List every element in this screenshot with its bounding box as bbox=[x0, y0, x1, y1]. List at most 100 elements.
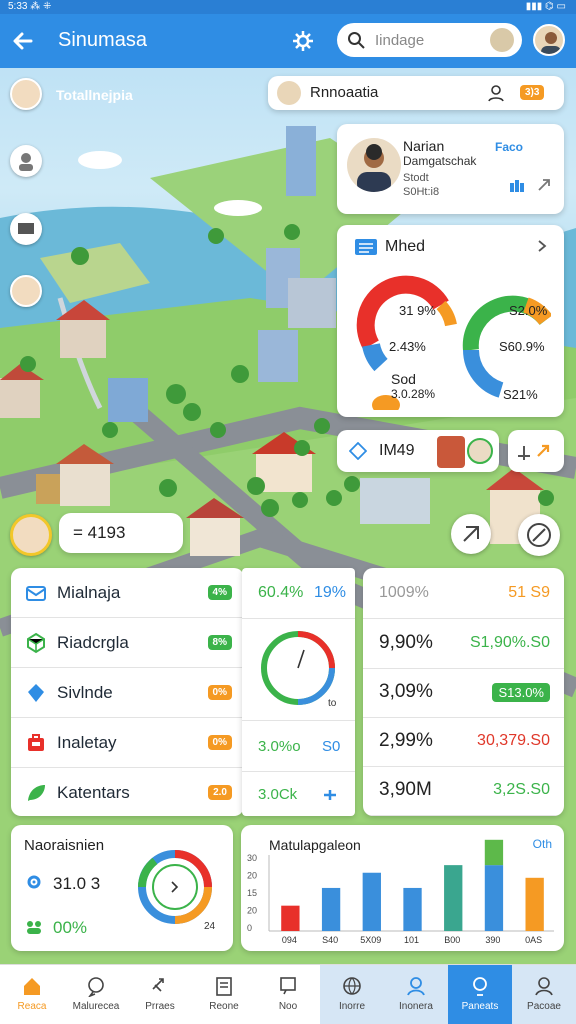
values-row-right: S1,90%.S0 bbox=[469, 634, 550, 651]
pin-blue-icon[interactable] bbox=[322, 788, 338, 802]
nav-item-malurecea[interactable]: Malurecea bbox=[64, 965, 128, 1024]
app-title: Sinumasa bbox=[58, 29, 147, 51]
mhed-left-mid: 2.43% bbox=[389, 339, 426, 354]
mhed-card[interactable]: Mhed 31 9% 2.43% Sod 3.0.28% S2.0% S60.9… bbox=[337, 225, 564, 417]
stats-row-label: Sivlnde bbox=[57, 683, 113, 702]
stats-row-badge: 2.0 bbox=[208, 785, 232, 800]
info-card-badge: 3)3 bbox=[520, 85, 545, 100]
stats-row[interactable]: Mialnaja 4% bbox=[11, 568, 244, 618]
mail-icon bbox=[25, 582, 47, 604]
count-pill[interactable]: = 4193 bbox=[59, 513, 183, 553]
stats-row[interactable]: Katentars 2.0 bbox=[11, 768, 244, 816]
person-marker-icon[interactable] bbox=[10, 145, 42, 177]
values-row[interactable]: 9,90% S1,90%.S0 bbox=[363, 619, 564, 669]
map-bottom-avatar[interactable] bbox=[10, 514, 52, 556]
bar-icon[interactable] bbox=[509, 178, 525, 192]
search-avatar[interactable] bbox=[490, 28, 514, 52]
profile-card[interactable]: Narian Damgatschak Stodt S0Ht:i8 Faco bbox=[337, 124, 564, 214]
x-tick-label: 5X09 bbox=[360, 935, 381, 945]
values-rows: 9,90% S1,90%.S0 3,09% S13.0% 2,99% 30,379.S0 3… bbox=[363, 619, 564, 816]
y-tick-label: 20 bbox=[247, 906, 257, 916]
values-row[interactable]: 3,09% S13.0% bbox=[363, 668, 564, 718]
search-bar[interactable]: Iindage bbox=[337, 23, 522, 57]
x-tick-label: 094 bbox=[282, 935, 297, 945]
y-tick-label: 0 bbox=[247, 923, 252, 933]
stats-row-label: Inaletay bbox=[57, 733, 117, 752]
gauge-note: to bbox=[328, 698, 337, 709]
map-person-avatar[interactable] bbox=[10, 275, 42, 307]
mini-card-image bbox=[437, 436, 465, 468]
donut-title: Naoraisnien bbox=[24, 837, 105, 854]
info-card[interactable]: Rnnoaatia 3)3 bbox=[268, 76, 564, 110]
mhed-left-bottom: 3.0.28% bbox=[391, 387, 436, 401]
mini-card-avatar bbox=[467, 438, 493, 464]
values-row[interactable]: 3,90M 3,2S.S0 bbox=[363, 766, 564, 816]
mini-card[interactable]: IM49 bbox=[337, 430, 499, 472]
settings-gear-icon[interactable] bbox=[290, 28, 316, 54]
stats-row[interactable]: Sivlnde 0% bbox=[11, 668, 244, 718]
bar-chart-card: Matulapgaleon Oth 30 20 15 20 0 094 S40 5X09 101… bbox=[241, 825, 564, 951]
trend-up-icon bbox=[518, 444, 550, 460]
values-header-right: 51 S9 bbox=[508, 584, 550, 601]
group-green-icon bbox=[27, 921, 41, 934]
profile-name: Narian bbox=[403, 138, 445, 154]
donut-note: 24 bbox=[204, 921, 216, 932]
profile-line4: S0Ht:i8 bbox=[403, 186, 440, 198]
nav-item-reaca[interactable]: Reaca bbox=[0, 965, 64, 1024]
stats-row-badge: 0% bbox=[207, 685, 232, 700]
arrow-icon[interactable] bbox=[537, 178, 551, 192]
bar-stack-top bbox=[484, 839, 504, 866]
nav-item-paneats[interactable]: Paneats bbox=[448, 965, 512, 1024]
nav-item-label: Noo bbox=[278, 1001, 298, 1012]
profile-avatar[interactable] bbox=[533, 24, 565, 56]
search-input[interactable]: Iindage bbox=[375, 32, 424, 49]
x-tick-label: 101 bbox=[404, 935, 419, 945]
stats-row[interactable]: Inaletay 0% bbox=[11, 718, 244, 768]
gauge-card: 60.4% 19% to 3.0%o S0 3.0Ck bbox=[242, 568, 355, 816]
screen-marker-icon[interactable] bbox=[10, 213, 42, 245]
search-person-icon bbox=[473, 977, 487, 996]
nav-item-inonera[interactable]: Inonera bbox=[384, 965, 448, 1024]
x-tick-label: S40 bbox=[322, 935, 338, 945]
navigate-button[interactable] bbox=[451, 514, 491, 554]
nav-item-label: Inonera bbox=[399, 1001, 433, 1012]
nav-item-prraes[interactable]: Prraes bbox=[128, 965, 192, 1024]
nav-item-label: Reaca bbox=[17, 1001, 47, 1012]
profile-action[interactable]: Faco bbox=[495, 140, 523, 154]
nav-item-inorre[interactable]: Inorre bbox=[320, 965, 384, 1024]
bar-0as bbox=[525, 877, 544, 931]
values-row-right: 30,379.S0 bbox=[477, 732, 550, 749]
nav-item-pacoae[interactable]: Pacoae bbox=[512, 965, 576, 1024]
back-arrow-icon[interactable] bbox=[10, 28, 36, 54]
nav-item-noo[interactable]: Noo bbox=[256, 965, 320, 1024]
stats-row[interactable]: Riadcrgla 8% bbox=[11, 618, 244, 668]
person-icon bbox=[407, 977, 425, 996]
values-row[interactable]: 2,99% 30,379.S0 bbox=[363, 717, 564, 767]
bar-chart: 30 20 15 20 0 094 S40 5X09 101 B00 390 0AS bbox=[247, 839, 554, 945]
status-icons: ▮▮▮ ⌬ ▭ bbox=[525, 1, 566, 12]
bar-101 bbox=[403, 887, 422, 931]
nav-item-label: Malurecea bbox=[72, 1001, 120, 1012]
profile-card-avatar bbox=[347, 138, 401, 192]
compass-button[interactable] bbox=[518, 514, 560, 556]
chevron-right-icon[interactable] bbox=[535, 239, 549, 253]
account-outline-icon[interactable] bbox=[486, 83, 506, 103]
mhed-right-mid: S60.9% bbox=[499, 339, 545, 354]
nav-item-label: Pacoae bbox=[527, 1001, 561, 1012]
nav-item-label: Inorre bbox=[338, 1001, 366, 1012]
y-tick-label: 30 bbox=[247, 853, 257, 863]
bottom-nav: Reaca Malurecea Prraes Reone Noo Inorre Inoner… bbox=[0, 964, 576, 1024]
status-bar: 5:33 ⁂ ⁜ ▮▮▮ ⌬ ▭ bbox=[0, 0, 576, 14]
pin-icon bbox=[349, 442, 367, 460]
values-row-right: S13.0% bbox=[492, 683, 550, 702]
donut-ring bbox=[138, 850, 212, 924]
x-tick-label: 390 bbox=[485, 935, 500, 945]
map-user-avatar[interactable] bbox=[10, 78, 42, 110]
nav-item-reone[interactable]: Reone bbox=[192, 965, 256, 1024]
navigate-icon bbox=[463, 526, 479, 542]
document-icon bbox=[216, 977, 232, 996]
app-bar: Sinumasa Iindage bbox=[0, 14, 576, 68]
gauge-row4-left: 3.0Ck bbox=[258, 786, 298, 803]
trend-card[interactable] bbox=[508, 430, 564, 472]
donut-card: Naoraisnien 31.0 3 00% 24 bbox=[11, 825, 233, 951]
